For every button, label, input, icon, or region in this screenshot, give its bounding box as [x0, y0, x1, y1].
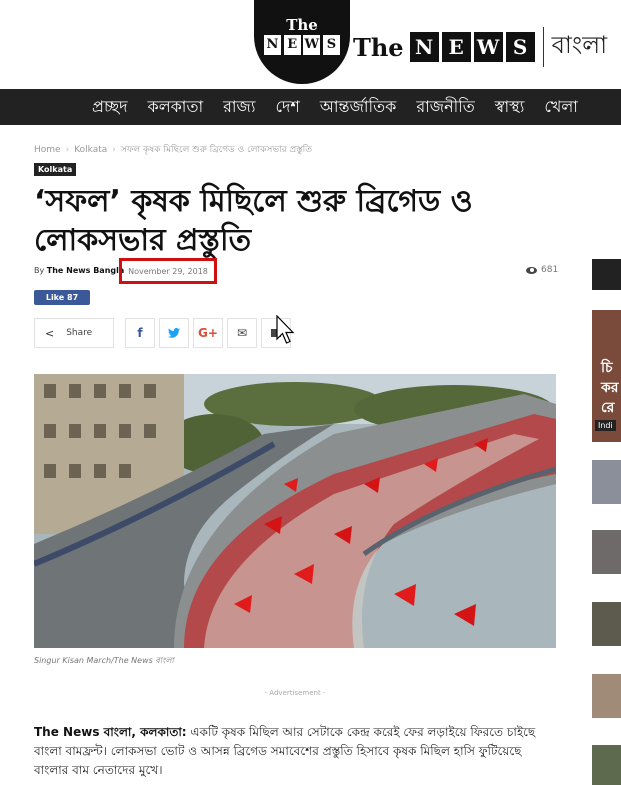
wordmark-letter: N	[409, 32, 439, 62]
twitter-icon	[168, 328, 180, 338]
wordmark-letter: E	[441, 32, 471, 62]
facebook-icon: f	[137, 326, 143, 340]
mouse-cursor-icon	[276, 315, 295, 344]
nav-item-health[interactable]: স্বাস্থ্য	[495, 94, 525, 121]
article-lead: The News বাংলা, কলকাতা: একটি কৃষক মিছিল …	[34, 723, 554, 780]
googleplus-icon: G+	[198, 326, 218, 340]
sidebar-feature-line: চি	[601, 360, 613, 376]
sidebar-feature-line: কর	[601, 380, 619, 396]
wordmark-letter: W	[473, 32, 503, 62]
nav-item-kolkata[interactable]: কলকাতা	[148, 94, 204, 121]
article-photo	[34, 374, 556, 648]
sidebar-feature-tag[interactable]: Indi	[595, 420, 616, 431]
facebook-like-label: Like 87	[45, 293, 79, 302]
twitter-share-button[interactable]	[159, 318, 189, 348]
nav-item-sports[interactable]: খেলা	[544, 94, 578, 121]
logo-letter: W	[303, 35, 321, 55]
breadcrumb-separator: ›	[65, 145, 70, 155]
article-date-highlight: November 29, 2018	[119, 258, 217, 284]
facebook-share-button[interactable]: f	[125, 318, 155, 348]
sidebar-thumbnail[interactable]	[592, 745, 621, 785]
byline-prefix: By	[34, 266, 45, 275]
share-icon: <	[45, 326, 55, 340]
article-meta: By The News Bangla	[34, 266, 124, 275]
view-count-value: 681	[541, 265, 559, 275]
lead-dateline: The News বাংলা, কলকাতা:	[34, 725, 187, 739]
sidebar-thumbnail[interactable]	[592, 530, 621, 574]
breadcrumb-section[interactable]: Kolkata	[74, 145, 107, 155]
logo-letter: N	[264, 35, 281, 55]
sidebar-thumbnail[interactable]	[592, 674, 621, 718]
wordmark-divider	[542, 27, 544, 67]
logo-letter: S	[322, 35, 340, 55]
site-logo-circle[interactable]: The N E W S	[254, 0, 350, 84]
nav-item-international[interactable]: আন্তর্জাতিক	[320, 94, 396, 121]
article-title: ‘সফল’ কৃষক মিছিলে শুরু ব্রিগেড ও লোকসভার…	[34, 184, 473, 258]
sidebar-thumbnail[interactable]	[592, 460, 621, 504]
wordmark-bangla: বাংলা	[551, 31, 608, 59]
googleplus-share-button[interactable]: G+	[193, 318, 223, 348]
nav-item-country[interactable]: দেশ	[276, 94, 300, 121]
nav-item-state[interactable]: রাজ্য	[223, 94, 255, 121]
author-link[interactable]: The News Bangla	[47, 266, 124, 275]
sidebar-header-block	[592, 259, 621, 290]
sidebar-feature-card[interactable]: চি কর রে Indi	[592, 310, 621, 442]
main-nav: প্রচ্ছদ কলকাতা রাজ্য দেশ আন্তর্জাতিক রাজ…	[0, 89, 621, 125]
nav-item-home[interactable]: প্রচ্ছদ	[92, 94, 128, 121]
photo-caption: Singur Kisan March/The News বাংলা	[34, 656, 174, 665]
mail-icon: ✉	[236, 326, 248, 340]
breadcrumb-separator: ›	[112, 145, 116, 155]
site-header: The N E W S The N E W S বাংলা	[0, 0, 621, 88]
logo-circle-news: N E W S	[264, 35, 340, 55]
article-date: November 29, 2018	[128, 266, 208, 276]
sidebar-thumbnail[interactable]	[592, 602, 621, 646]
logo-circle-the: The	[286, 16, 318, 34]
site-wordmark[interactable]: The N E W S বাংলা	[353, 27, 608, 67]
view-count: 681	[526, 265, 558, 275]
rally-illustration	[34, 374, 556, 648]
breadcrumb-current: সফল কৃষক মিছিলে শুরু ব্রিগেড ও লোকসভার প…	[120, 145, 312, 155]
facebook-like-button[interactable]: Like 87	[34, 290, 90, 305]
nav-item-politics[interactable]: রাজনীতি	[416, 94, 474, 121]
sidebar-feature-line: রে	[601, 400, 615, 416]
advertisement-label: - Advertisement -	[264, 689, 326, 697]
mail-share-button[interactable]: ✉	[227, 318, 257, 348]
sidebar-feature-title: চি কর রে	[601, 358, 619, 418]
category-tag[interactable]: Kolkata	[34, 163, 77, 176]
eye-icon	[526, 266, 537, 274]
wordmark-news: N E W S	[409, 32, 535, 62]
logo-letter: E	[283, 35, 301, 55]
breadcrumb: Home › Kolkata › সফল কৃষক মিছিলে শুরু ব্রিগে…	[34, 142, 312, 157]
share-bar: < Share f G+ ✉	[34, 318, 291, 348]
share-button[interactable]: < Share	[34, 318, 114, 348]
wordmark-the: The	[353, 32, 404, 62]
share-label: Share	[66, 328, 93, 338]
breadcrumb-home[interactable]: Home	[34, 145, 61, 155]
wordmark-letter: S	[505, 32, 535, 62]
